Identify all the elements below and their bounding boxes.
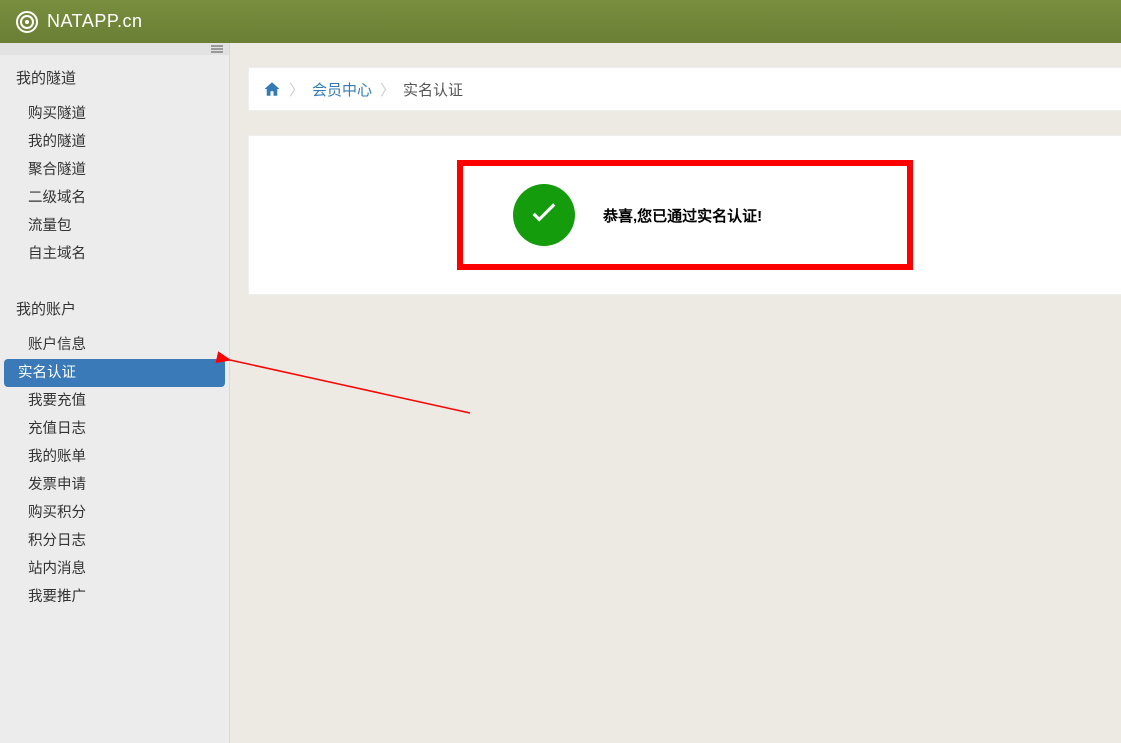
verification-result-text: 恭喜,您已通过实名认证! bbox=[603, 205, 762, 226]
brand-text: NATAPP.cn bbox=[47, 11, 143, 32]
sidebar: 我的隧道 购买隧道我的隧道聚合隧道二级域名流量包自主域名 我的账户 账户信息实名… bbox=[0, 43, 230, 743]
breadcrumb-sep: 〉 bbox=[289, 79, 304, 100]
sidebar-section-tunnels: 我的隧道 bbox=[0, 55, 229, 100]
sidebar-item[interactable]: 购买积分 bbox=[0, 499, 229, 527]
top-bar: NATAPP.cn bbox=[0, 0, 1121, 43]
sidebar-item[interactable]: 购买隧道 bbox=[0, 100, 229, 128]
sidebar-item[interactable]: 站内消息 bbox=[0, 555, 229, 583]
main-content: 〉 会员中心 〉 实名认证 恭喜,您已通过实名认证! bbox=[230, 43, 1121, 743]
sidebar-item[interactable]: 我要充值 bbox=[0, 387, 229, 415]
sidebar-list-account: 账户信息实名认证我要充值充值日志我的账单发票申请购买积分积分日志站内消息我要推广 bbox=[0, 331, 229, 611]
breadcrumb-member-center[interactable]: 会员中心 bbox=[312, 79, 372, 100]
sidebar-item[interactable]: 我的账单 bbox=[0, 443, 229, 471]
sidebar-item[interactable]: 我要推广 bbox=[0, 583, 229, 611]
sidebar-item[interactable]: 账户信息 bbox=[0, 331, 229, 359]
sidebar-item[interactable]: 积分日志 bbox=[0, 527, 229, 555]
sidebar-item[interactable]: 聚合隧道 bbox=[0, 156, 229, 184]
brand-wrap[interactable]: NATAPP.cn bbox=[15, 10, 143, 34]
content-panel: 恭喜,您已通过实名认证! bbox=[248, 135, 1121, 295]
check-circle-icon bbox=[513, 184, 575, 246]
sidebar-item[interactable]: 实名认证 bbox=[4, 359, 225, 387]
grip-icon[interactable] bbox=[211, 45, 223, 53]
sidebar-item[interactable]: 发票申请 bbox=[0, 471, 229, 499]
sidebar-grip-bar bbox=[0, 43, 229, 55]
breadcrumb: 〉 会员中心 〉 实名认证 bbox=[248, 67, 1121, 111]
sidebar-list-tunnels: 购买隧道我的隧道聚合隧道二级域名流量包自主域名 bbox=[0, 100, 229, 268]
breadcrumb-current: 实名认证 bbox=[403, 79, 463, 100]
target-icon bbox=[15, 10, 39, 34]
breadcrumb-sep: 〉 bbox=[380, 79, 395, 100]
verification-result-box: 恭喜,您已通过实名认证! bbox=[457, 160, 913, 270]
sidebar-item[interactable]: 充值日志 bbox=[0, 415, 229, 443]
sidebar-item[interactable]: 二级域名 bbox=[0, 184, 229, 212]
sidebar-section-account: 我的账户 bbox=[0, 286, 229, 331]
sidebar-item[interactable]: 自主域名 bbox=[0, 240, 229, 268]
sidebar-item[interactable]: 我的隧道 bbox=[0, 128, 229, 156]
sidebar-item[interactable]: 流量包 bbox=[0, 212, 229, 240]
home-icon[interactable] bbox=[263, 80, 281, 98]
